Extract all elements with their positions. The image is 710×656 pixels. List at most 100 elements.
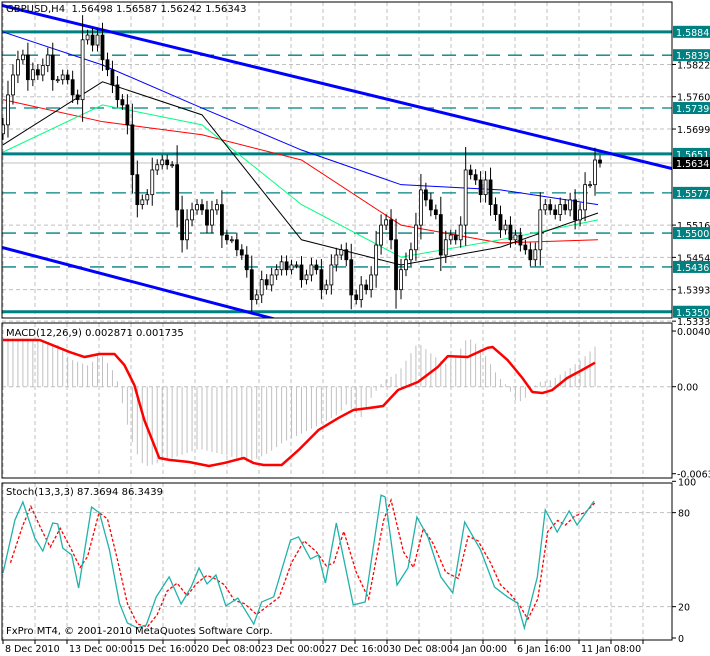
bull-candle: [463, 169, 468, 226]
bull-candle: [409, 249, 413, 261]
bear-candle: [453, 234, 458, 241]
level-label: 1.53509: [676, 308, 710, 319]
high-value: 1.56587: [115, 4, 158, 15]
bull-candle: [289, 264, 294, 271]
bear-candle: [394, 239, 398, 291]
bear-candle: [438, 214, 443, 256]
bear-candle: [423, 189, 428, 201]
time-label: 15 Dec 16:00: [133, 644, 197, 655]
bull-candle: [150, 169, 155, 196]
bear-candle: [50, 54, 55, 81]
bear-candle: [349, 259, 354, 296]
time-label: 4 Jan 00:00: [453, 644, 507, 655]
bear-candle: [224, 234, 229, 241]
bear-candle: [70, 79, 75, 96]
macd-main-value: 0.002871: [85, 328, 133, 339]
bear-candle: [205, 209, 209, 226]
stoch-main-value: 87.3694: [77, 487, 119, 498]
bear-candle: [125, 104, 130, 126]
stoch-tick-label: 20: [678, 603, 690, 614]
time-label: 8 Dec 2010: [5, 644, 60, 655]
bull-candle: [294, 264, 299, 267]
bull-candle: [274, 269, 279, 276]
bear-candle: [120, 99, 125, 106]
bear-candle: [90, 34, 95, 46]
stoch-tick-label: 80: [678, 509, 690, 520]
bear-candle: [468, 169, 473, 176]
stoch-title: Stoch(13,3,3) 87.3694 86.3439: [6, 487, 163, 498]
bear-candle: [75, 94, 80, 101]
bear-candle: [518, 234, 523, 246]
level-label: 1.55774: [676, 189, 710, 200]
bull-candle: [538, 209, 543, 251]
level-label: 1.57390: [676, 104, 710, 115]
level-label: 1.58397: [676, 51, 710, 62]
bull-candle: [379, 224, 384, 246]
bull-candle: [304, 274, 309, 281]
bull-candle: [155, 164, 160, 171]
bull-candle: [60, 74, 65, 81]
bear-candle: [105, 59, 110, 71]
bear-candle: [428, 199, 433, 211]
bull-candle: [30, 69, 35, 81]
bull-candle: [329, 264, 334, 286]
bear-candle: [548, 204, 553, 211]
bear-candle: [299, 264, 304, 281]
bull-candle: [578, 209, 582, 221]
ma-blue-line: [2, 31, 599, 206]
bull-candle: [588, 184, 592, 187]
bull-candle: [399, 269, 403, 291]
bear-candle: [523, 244, 528, 251]
bear-candle: [219, 204, 224, 236]
axes: 8 Dec 2010 13 Dec 00:00 15 Dec 16:00 20 Dec…: [2, 25, 710, 655]
bull-candle: [170, 164, 175, 167]
bear-candle: [563, 204, 568, 211]
bull-candle: [339, 249, 344, 256]
bull-candle: [558, 204, 563, 215]
bear-candle: [115, 84, 120, 101]
bull-candle: [543, 204, 548, 211]
bear-candle: [264, 279, 269, 286]
bear-candle: [100, 34, 105, 61]
ma-red-line: [2, 99, 599, 244]
bull-candle: [6, 94, 10, 126]
bear-candle: [433, 209, 438, 215]
bear-candle: [284, 261, 289, 271]
bull-candle: [269, 274, 274, 286]
bull-candle: [483, 179, 488, 196]
bull-candle: [190, 209, 194, 221]
bull-candle: [185, 219, 189, 241]
stoch-tick-label: 0: [678, 634, 684, 645]
bull-candle: [324, 284, 329, 291]
bull-candle: [309, 264, 314, 276]
macd-title: MACD(12,26,9) 0.002871 0.001735: [6, 328, 184, 339]
bull-candle: [533, 249, 538, 261]
bull-candle: [259, 279, 264, 296]
time-label: 30 Dec 08:00: [389, 644, 453, 655]
bear-candle: [175, 164, 180, 211]
bear-candle: [135, 174, 140, 206]
level-label: 1.54363: [676, 263, 710, 274]
bull-candle: [145, 194, 150, 201]
bull-candle: [85, 34, 90, 41]
bull-candle: [195, 204, 199, 211]
time-label: 11 Jan 08:00: [581, 644, 641, 655]
bull-candle: [418, 189, 423, 226]
bear-candle: [498, 214, 503, 231]
bull-candle: [40, 65, 45, 76]
copyright-text: FxPro MT4, © 2001-2010 MetaQuotes Softwa…: [6, 626, 273, 637]
bull-candle: [16, 59, 20, 76]
bear-candle: [493, 204, 498, 215]
bull-candle: [448, 234, 453, 241]
bull-candle: [384, 219, 388, 226]
macd-tick-label: 0.00: [677, 383, 698, 394]
stoch-main-line: [2, 494, 595, 631]
horizontal-levels: [2, 30, 672, 314]
time-label: 6 Jan 16:00: [517, 644, 571, 655]
bear-candle: [314, 264, 319, 271]
bull-candle: [160, 159, 165, 166]
bear-candle: [234, 239, 239, 251]
bear-candle: [473, 174, 478, 181]
bull-candle: [359, 284, 364, 301]
bull-candle: [583, 184, 587, 211]
